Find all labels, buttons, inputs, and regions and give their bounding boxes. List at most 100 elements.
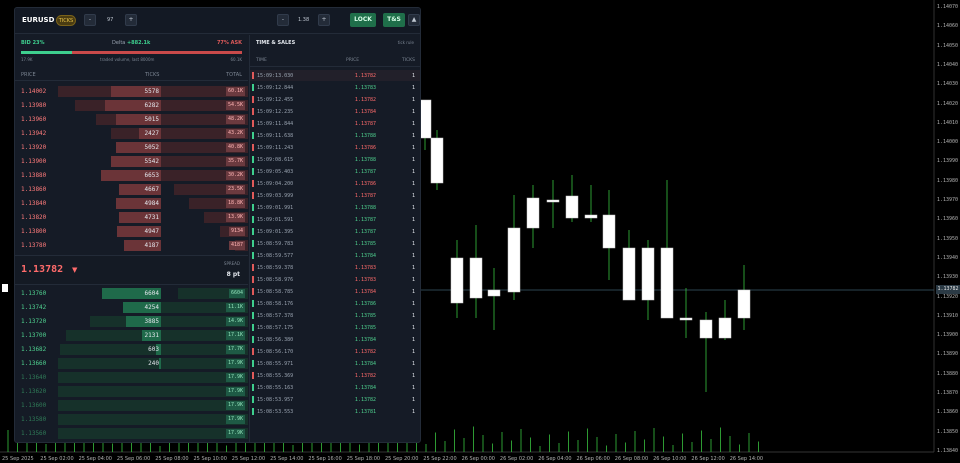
candle-body bbox=[469, 257, 483, 299]
bid-level-row[interactable]: 1.13560 17.9K bbox=[15, 427, 248, 440]
trade-row[interactable]: 15:08:58.176 1.13786 1 bbox=[250, 298, 420, 309]
bid-level-row[interactable]: 1.1354217.9K bbox=[15, 441, 248, 442]
buy-marker bbox=[252, 252, 254, 259]
trade-row[interactable]: 15:09:12.235 1.13784 1 bbox=[250, 106, 420, 117]
ask-price: 1.13860 bbox=[21, 186, 47, 193]
trade-row[interactable]: 15:09:08.615 1.13788 1 bbox=[250, 154, 420, 165]
ask-ticks: 4731 bbox=[144, 214, 159, 221]
price-down-icon: ▼ bbox=[72, 266, 78, 274]
trade-row[interactable]: 15:09:12.844 1.13783 1 bbox=[250, 82, 420, 93]
price-axis-label: 1.13860 bbox=[936, 409, 958, 416]
bid-level-row[interactable]: 1.13660 240 17.9K bbox=[15, 357, 248, 370]
candle-body bbox=[546, 199, 560, 203]
price-axis-label: 1.13930 bbox=[936, 274, 958, 281]
ask-level-row[interactable]: 1.13820 4731 13.9K bbox=[15, 211, 248, 224]
trade-row[interactable]: 15:08:59.783 1.13785 1 bbox=[250, 238, 420, 249]
trade-price: 1.13783 bbox=[354, 265, 376, 271]
bid-price: 1.13640 bbox=[21, 374, 47, 381]
trade-row[interactable]: 15:08:59.378 1.13783 1 bbox=[250, 262, 420, 273]
trade-row[interactable]: 15:09:03.999 1.13787 1 bbox=[250, 190, 420, 201]
bid-level-row[interactable]: 1.13720 3885 14.9K bbox=[15, 315, 248, 328]
trade-price: 1.13782 bbox=[354, 97, 376, 103]
sell-marker bbox=[252, 288, 254, 295]
bid-level-row[interactable]: 1.13682 603 17.7K bbox=[15, 343, 248, 356]
trade-row[interactable]: 15:09:04.200 1.13786 1 bbox=[250, 178, 420, 189]
trade-row[interactable]: 15:08:57.378 1.13785 1 bbox=[250, 310, 420, 321]
zoom-increase-button[interactable]: + bbox=[318, 14, 330, 26]
dom-header-total: TOTAL bbox=[226, 72, 242, 78]
tick-rule-label[interactable]: tick rule bbox=[398, 40, 414, 45]
bid-level-row[interactable]: 1.13700 2131 17.1K bbox=[15, 329, 248, 342]
trade-row[interactable]: 15:08:53.957 1.13782 1 bbox=[250, 394, 420, 405]
bid-price: 1.13660 bbox=[21, 360, 47, 367]
trade-row[interactable]: 15:08:55.369 1.13782 1 bbox=[250, 370, 420, 381]
sell-marker bbox=[252, 72, 254, 79]
zoom-decrease-button[interactable]: - bbox=[277, 14, 289, 26]
bid-ticks: 240 bbox=[148, 360, 159, 367]
trade-row[interactable]: 15:08:56.380 1.13784 1 bbox=[250, 334, 420, 345]
ask-level-row[interactable]: 1.13960 5015 48.2K bbox=[15, 113, 248, 126]
depth-decrease-button[interactable]: - bbox=[84, 14, 96, 26]
ask-level-row[interactable]: 1.13780 4187 4187 bbox=[15, 239, 248, 252]
ask-level-row[interactable]: 1.14002 5578 60.1K bbox=[15, 85, 248, 98]
volume-caption: traded volume, last 8000m bbox=[100, 57, 155, 62]
ask-level-row[interactable]: 1.13900 5542 35.7K bbox=[15, 155, 248, 168]
ask-ticks: 5578 bbox=[144, 88, 159, 95]
trade-time: 15:09:01.591 bbox=[257, 217, 294, 223]
trade-row[interactable]: 15:09:11.844 1.13787 1 bbox=[250, 118, 420, 129]
trade-row[interactable]: 15:09:13.030 1.13782 1 bbox=[250, 70, 420, 81]
trade-row[interactable]: 15:08:53.553 1.13781 1 bbox=[250, 406, 420, 417]
bid-level-row[interactable]: 1.13760 6604 6604 bbox=[15, 287, 248, 300]
bid-level-row[interactable]: 1.13600 17.9K bbox=[15, 399, 248, 412]
trade-row[interactable]: 15:08:55.163 1.13784 1 bbox=[250, 382, 420, 393]
trade-row[interactable]: 15:08:56.170 1.13782 1 bbox=[250, 346, 420, 357]
trade-price: 1.13784 bbox=[354, 337, 376, 343]
trade-row[interactable]: 15:09:01.591 1.13787 1 bbox=[250, 214, 420, 225]
price-axis-label: 1.13850 bbox=[936, 428, 958, 435]
trade-ticks: 1 bbox=[411, 169, 415, 175]
trade-row[interactable]: 15:08:57.175 1.13785 1 bbox=[250, 322, 420, 333]
trade-row[interactable]: 15:09:12.455 1.13782 1 bbox=[250, 94, 420, 105]
time-axis-label: 25 Sep 20:00 bbox=[385, 456, 419, 462]
time-axis-label: 25 Sep 14:00 bbox=[270, 456, 304, 462]
trade-ticks: 1 bbox=[411, 265, 415, 271]
depth-increase-button[interactable]: + bbox=[125, 14, 137, 26]
ask-total: 18.8K bbox=[225, 199, 245, 208]
trade-row[interactable]: 15:09:01.991 1.13788 1 bbox=[250, 202, 420, 213]
symbol-label[interactable]: EURUSD bbox=[22, 16, 54, 24]
price-axis-label: 1.13880 bbox=[936, 370, 958, 377]
trade-price: 1.13783 bbox=[354, 277, 376, 283]
bid-total: 17.7K bbox=[225, 345, 245, 354]
ask-level-row[interactable]: 1.13942 2427 43.2K bbox=[15, 127, 248, 140]
tns-header-time: TIME bbox=[256, 58, 267, 63]
bid-level-row[interactable]: 1.13742 4254 11.1K bbox=[15, 301, 248, 314]
bid-total: 17.9K bbox=[225, 387, 245, 396]
ask-level-row[interactable]: 1.13800 4947 9134 bbox=[15, 225, 248, 238]
trade-row[interactable]: 15:09:01.395 1.13787 1 bbox=[250, 226, 420, 237]
ask-level-row[interactable]: 1.13840 4984 18.8K bbox=[15, 197, 248, 210]
bid-level-row[interactable]: 1.13620 17.9K bbox=[15, 385, 248, 398]
trade-row[interactable]: 15:08:58.976 1.13783 1 bbox=[250, 274, 420, 285]
trade-row[interactable]: 15:08:58.785 1.13784 1 bbox=[250, 286, 420, 297]
trade-row[interactable]: 15:09:11.243 1.13786 1 bbox=[250, 142, 420, 153]
ask-level-row[interactable]: 1.13920 5052 40.8K bbox=[15, 141, 248, 154]
ticks-mode-pill[interactable]: TICKS bbox=[56, 15, 76, 26]
bid-level-row[interactable]: 1.13580 17.9K bbox=[15, 413, 248, 426]
trade-row[interactable]: 15:09:11.638 1.13788 1 bbox=[250, 130, 420, 141]
trade-row[interactable]: 15:08:55.971 1.13784 1 bbox=[250, 358, 420, 369]
trade-time: 15:09:01.991 bbox=[257, 205, 294, 211]
ask-level-row[interactable]: 1.13860 4667 23.5K bbox=[15, 183, 248, 196]
trade-ticks: 1 bbox=[411, 409, 415, 415]
lock-button[interactable]: LOCK bbox=[350, 13, 376, 27]
bid-level-row[interactable]: 1.13640 17.9K bbox=[15, 371, 248, 384]
price-axis-label: 1.13920 bbox=[936, 293, 958, 300]
trade-time: 15:08:56.380 bbox=[257, 337, 294, 343]
ask-price: 1.13900 bbox=[21, 158, 47, 165]
ask-level-row[interactable]: 1.13980 6282 54.5K bbox=[15, 99, 248, 112]
trade-row[interactable]: 15:08:59.577 1.13784 1 bbox=[250, 250, 420, 261]
trade-row[interactable]: 15:09:05.403 1.13787 1 bbox=[250, 166, 420, 177]
trade-ticks: 1 bbox=[411, 373, 415, 379]
collapse-icon[interactable]: ▲ bbox=[408, 14, 420, 26]
ask-level-row[interactable]: 1.13880 6653 30.2K bbox=[15, 169, 248, 182]
time-and-sales-toggle[interactable]: T&S bbox=[383, 13, 405, 27]
